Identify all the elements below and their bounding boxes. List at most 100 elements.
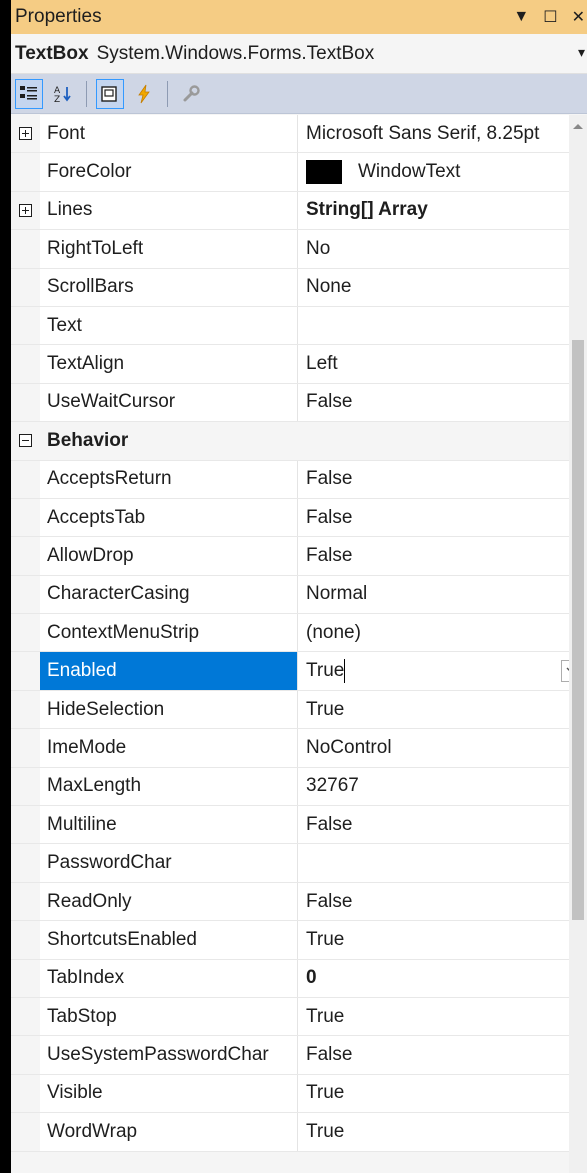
alphabetical-button[interactable]: A Z [49, 79, 77, 109]
property-row[interactable]: Visible True [11, 1074, 587, 1114]
property-name[interactable]: TabIndex [40, 959, 298, 997]
property-value[interactable]: None [298, 268, 587, 306]
property-value[interactable]: True [298, 1074, 587, 1113]
property-name[interactable]: ShortcutsEnabled [40, 921, 298, 959]
property-name[interactable]: ReadOnly [40, 882, 298, 921]
property-value[interactable]: False [298, 537, 587, 575]
expand-plus-icon[interactable] [19, 127, 32, 141]
property-row[interactable]: ContextMenuStrip (none) [11, 614, 587, 653]
property-pages-icon [183, 84, 200, 101]
property-value[interactable]: 0 [298, 959, 587, 997]
expand-plus-icon[interactable] [19, 203, 32, 217]
window-position-dropdown-icon[interactable]: ▼ [513, 8, 529, 26]
property-name[interactable]: TextAlign [40, 345, 298, 383]
property-row[interactable]: Font Microsoft Sans Serif, 8.25pt [11, 115, 587, 154]
category-name[interactable]: Behavior [40, 422, 298, 460]
property-name[interactable]: WordWrap [40, 1113, 298, 1151]
row-gutter [11, 230, 40, 268]
property-value[interactable] [298, 306, 587, 345]
property-name[interactable]: UseWaitCursor [40, 383, 298, 422]
collapse-minus-icon[interactable] [19, 434, 32, 448]
property-row[interactable]: AcceptsReturn False [11, 460, 587, 499]
property-value[interactable]: NoControl [298, 729, 587, 767]
scroll-up-icon[interactable] [569, 117, 587, 135]
category-row[interactable]: Behavior [11, 422, 587, 461]
property-row[interactable]: UseWaitCursor False [11, 383, 587, 423]
property-value[interactable]: Normal [298, 575, 587, 614]
property-row[interactable]: ScrollBars None [11, 268, 587, 307]
property-row[interactable]: AllowDrop False [11, 537, 587, 576]
property-row[interactable]: CharacterCasing Normal [11, 575, 587, 615]
property-value[interactable]: True [298, 921, 587, 959]
property-value[interactable]: False [298, 460, 587, 498]
events-button[interactable] [130, 79, 158, 109]
property-name[interactable]: ContextMenuStrip [40, 614, 298, 652]
property-row[interactable]: UseSystemPasswordChar False [11, 1036, 587, 1075]
property-value[interactable]: True [298, 1113, 587, 1151]
property-row[interactable]: Lines String[] Array [11, 191, 587, 231]
scrollbar-thumb[interactable] [572, 340, 584, 920]
vertical-scrollbar[interactable] [569, 115, 587, 1173]
property-value[interactable]: True [298, 690, 587, 729]
property-value[interactable]: False [298, 1036, 587, 1074]
property-value[interactable]: Left [298, 345, 587, 383]
property-name[interactable]: Text [40, 306, 298, 345]
property-row[interactable]: Text [11, 306, 587, 346]
property-row[interactable]: Enabled True [11, 652, 587, 691]
property-row[interactable]: HideSelection True [11, 690, 587, 730]
property-value[interactable]: False [298, 882, 587, 921]
property-value[interactable]: (none) [298, 614, 587, 652]
property-row[interactable]: AcceptsTab False [11, 498, 587, 538]
property-row[interactable]: RightToLeft No [11, 230, 587, 269]
property-name[interactable]: ScrollBars [40, 268, 298, 306]
property-value[interactable]: False [298, 383, 587, 422]
chevron-down-icon[interactable]: ▾ [578, 44, 585, 61]
property-row[interactable]: TabIndex 0 [11, 959, 587, 998]
property-row[interactable]: TextAlign Left [11, 345, 587, 384]
maximize-icon[interactable]: ☐ [543, 7, 557, 27]
property-value[interactable]: String[] Array [298, 191, 587, 230]
property-row[interactable]: ImeMode NoControl [11, 729, 587, 768]
property-name[interactable]: PasswordChar [40, 844, 298, 882]
property-name[interactable]: AcceptsTab [40, 498, 298, 537]
property-name[interactable]: ForeColor [40, 153, 298, 191]
property-value[interactable]: Microsoft Sans Serif, 8.25pt [298, 115, 587, 153]
property-name[interactable]: AllowDrop [40, 537, 298, 575]
property-name[interactable]: MaxLength [40, 767, 298, 806]
object-selector[interactable]: TextBox System.Windows.Forms.TextBox ▾ [11, 34, 587, 74]
property-name[interactable]: ImeMode [40, 729, 298, 767]
properties-button[interactable] [96, 78, 124, 109]
close-icon[interactable]: ✕ [572, 7, 585, 27]
property-pages-button[interactable] [177, 79, 205, 109]
property-row[interactable]: ForeColor WindowText [11, 153, 587, 192]
property-name[interactable]: UseSystemPasswordChar [40, 1036, 298, 1074]
property-value[interactable]: True [298, 997, 587, 1036]
property-value[interactable]: 32767 [298, 767, 587, 806]
property-row[interactable]: MaxLength 32767 [11, 767, 587, 807]
property-value[interactable]: True [298, 652, 587, 690]
categorized-button[interactable] [15, 78, 43, 109]
property-row[interactable]: Multiline False [11, 806, 587, 845]
property-value-text: Left [306, 353, 338, 375]
property-name[interactable]: Enabled [40, 652, 298, 690]
property-row[interactable]: ReadOnly False [11, 882, 587, 922]
property-name[interactable]: CharacterCasing [40, 575, 298, 614]
property-row[interactable]: PasswordChar [11, 844, 587, 883]
title-bar[interactable]: Properties ▼ ☐ ✕ [11, 0, 587, 34]
property-name[interactable]: Visible [40, 1074, 298, 1113]
property-row[interactable]: WordWrap True [11, 1113, 587, 1152]
property-value[interactable]: No [298, 230, 587, 268]
property-name[interactable]: HideSelection [40, 690, 298, 729]
property-name[interactable]: TabStop [40, 997, 298, 1036]
property-name[interactable]: Font [40, 115, 298, 153]
property-value[interactable] [298, 844, 587, 882]
property-value[interactable]: False [298, 498, 587, 537]
property-row[interactable]: ShortcutsEnabled True [11, 921, 587, 960]
property-name[interactable]: Multiline [40, 806, 298, 844]
property-name[interactable]: Lines [40, 191, 298, 230]
property-value[interactable]: WindowText [298, 153, 587, 191]
property-value[interactable]: False [298, 806, 587, 844]
property-name[interactable]: AcceptsReturn [40, 460, 298, 498]
property-row[interactable]: TabStop True [11, 997, 587, 1037]
property-name[interactable]: RightToLeft [40, 230, 298, 268]
